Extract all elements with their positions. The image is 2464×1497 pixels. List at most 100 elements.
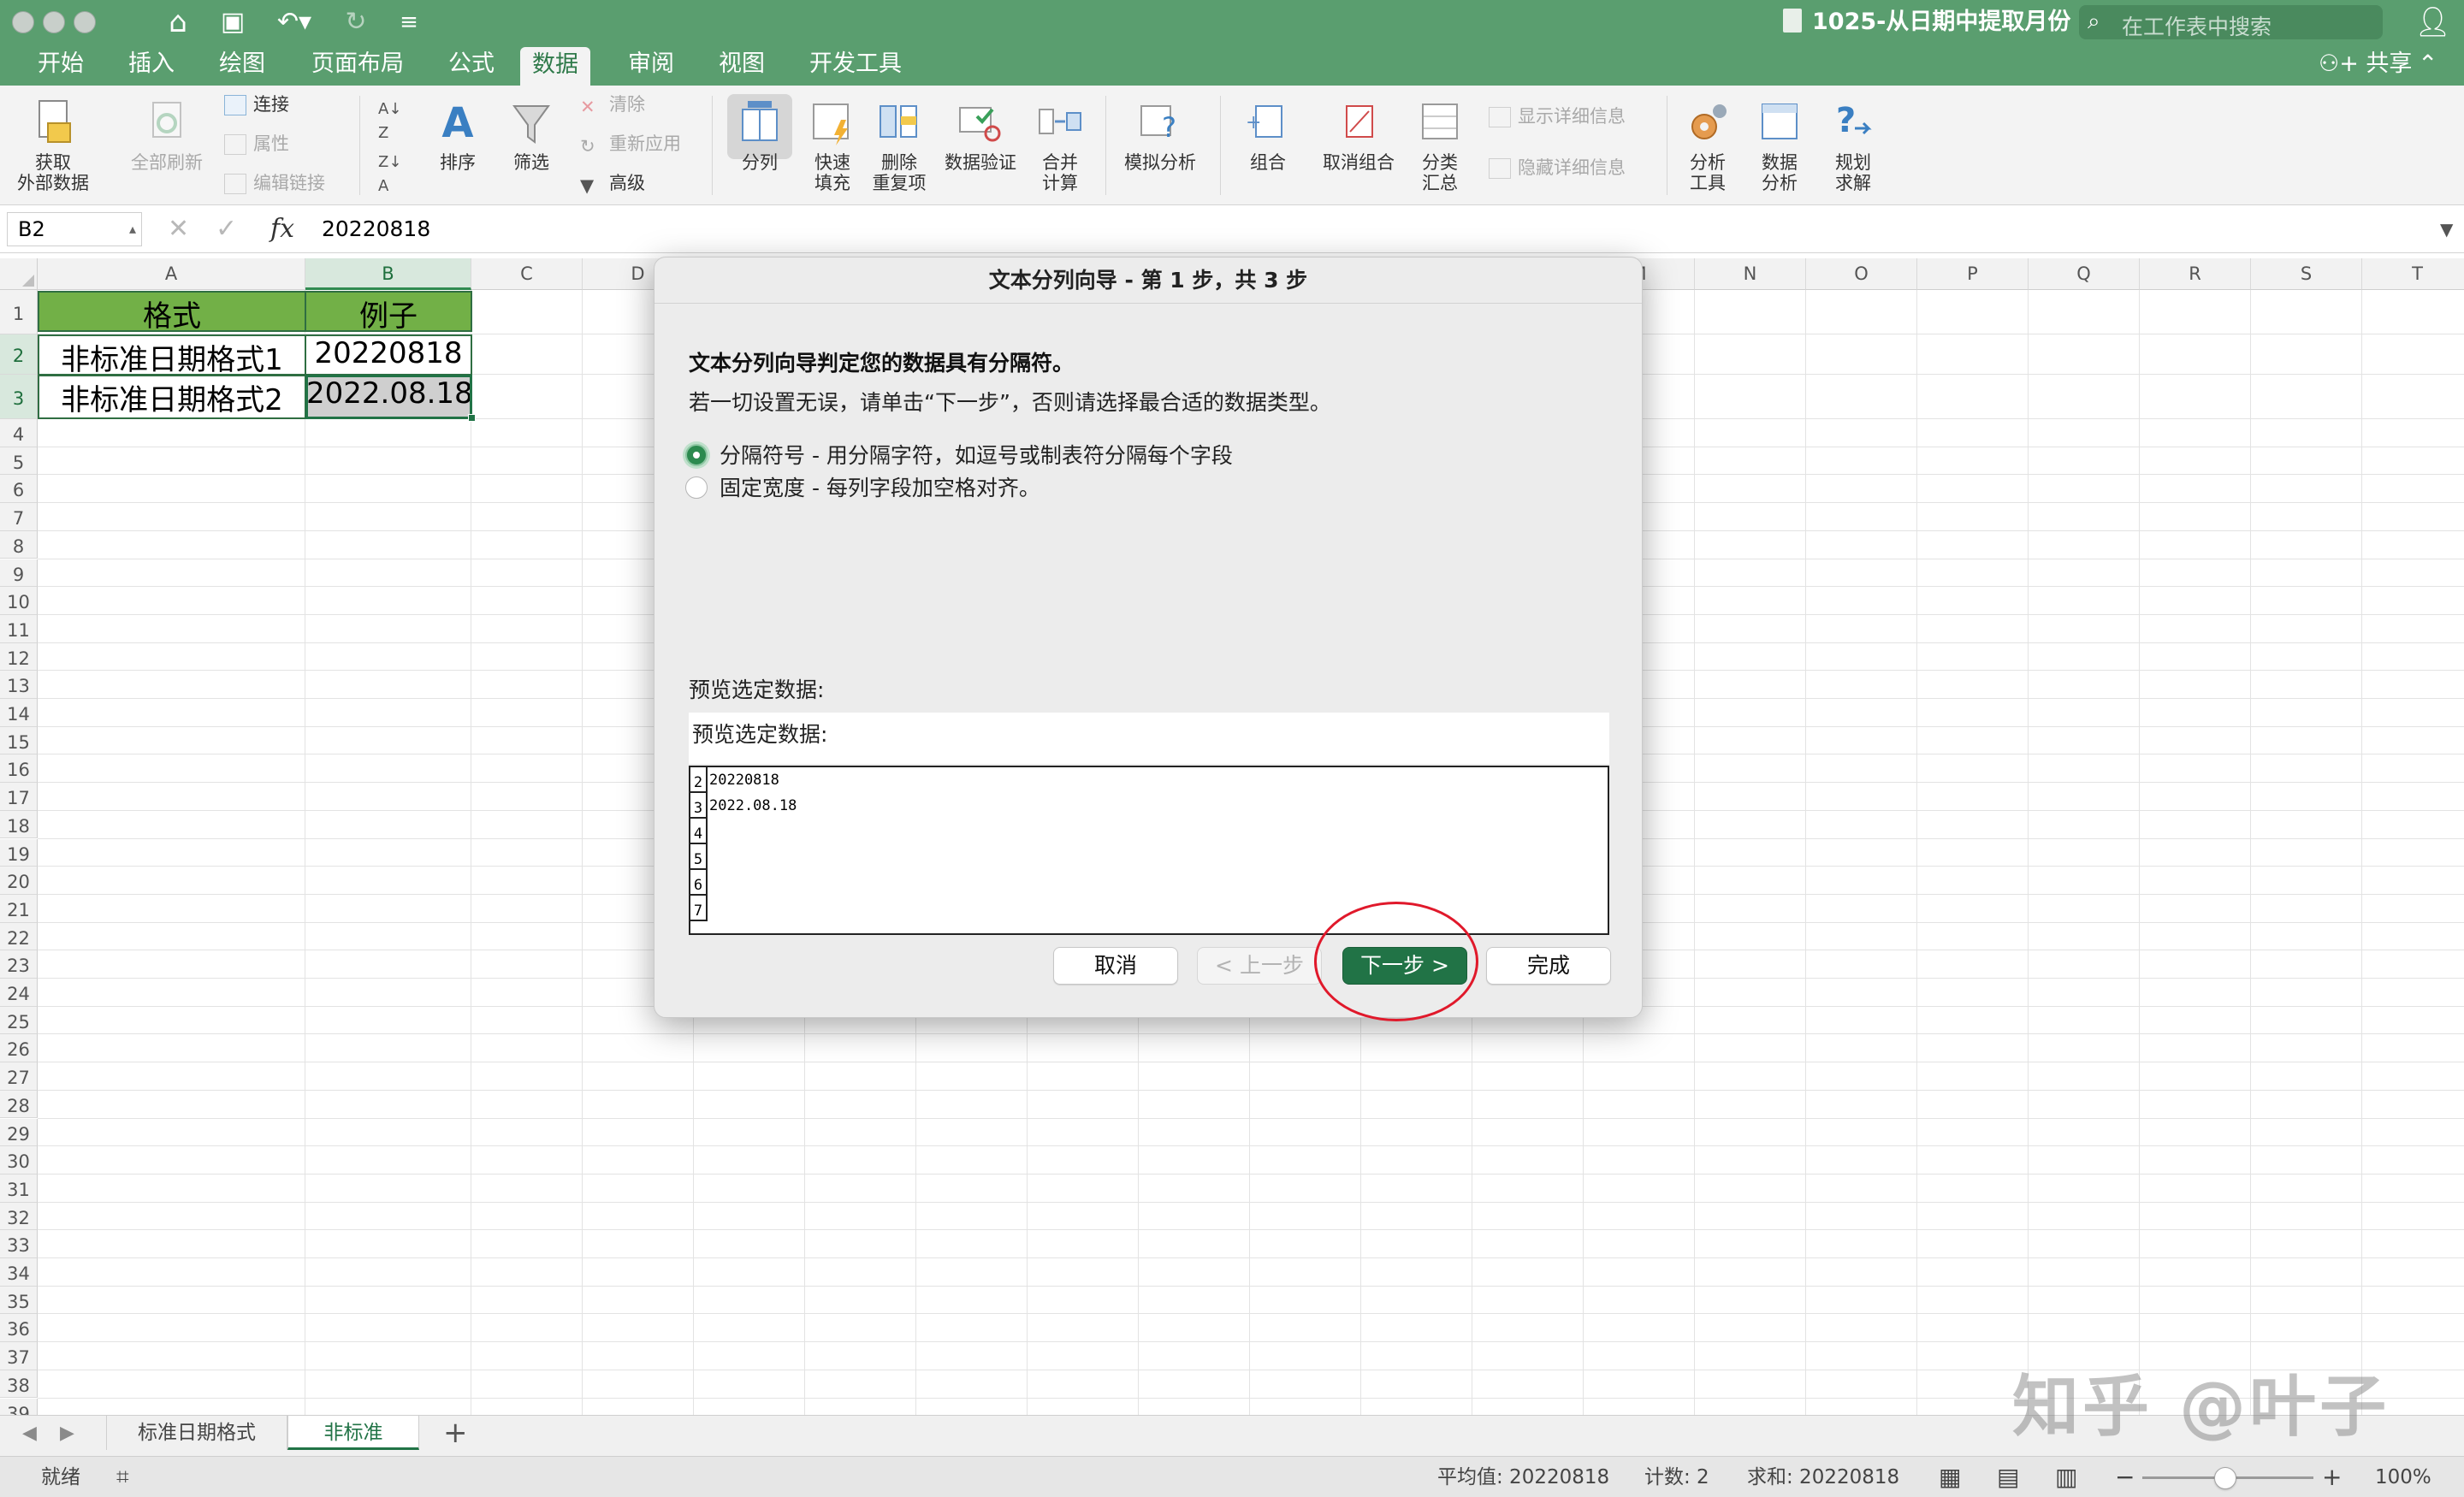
column-header-N[interactable]: N [1695,258,1806,290]
option-fixed-width[interactable]: 固定宽度 - 每列字段加空格对齐。 [685,473,1040,504]
advanced-filter-button[interactable]: ▼ 高级 [580,171,645,196]
row-header-7[interactable]: 7 [0,503,38,531]
row-header-28[interactable]: 28 [0,1090,38,1119]
row-header-24[interactable]: 24 [0,979,38,1007]
column-header-Q[interactable]: Q [2029,258,2140,290]
properties-button[interactable]: 属性 [224,132,289,156]
row-header-11[interactable]: 11 [0,614,38,643]
tab-data[interactable]: 数据 [520,47,590,86]
row-header-13[interactable]: 13 [0,671,38,699]
row-header-20[interactable]: 20 [0,867,38,895]
cell-A2[interactable]: 非标准日期格式1 [38,334,306,377]
column-header-P[interactable]: P [1917,258,2029,290]
column-header-S[interactable]: S [2251,258,2362,290]
add-sheet-button[interactable]: + [443,1416,468,1450]
zoom-in-icon[interactable]: + [2322,1457,2342,1497]
row-header-15[interactable]: 15 [0,726,38,755]
hide-detail-button[interactable]: 隐藏详细信息 [1489,156,1626,180]
insert-function-button[interactable]: fx [270,212,294,246]
column-header-O[interactable]: O [1806,258,1917,290]
column-header-R[interactable]: R [2140,258,2251,290]
reapply-button[interactable]: ↻ 重新应用 [580,132,681,157]
redo-icon[interactable]: ↻ [337,3,375,41]
collapse-ribbon-icon[interactable]: ⌃ [2418,44,2437,84]
undo-icon[interactable]: ↶▾ [269,3,320,41]
row-header-14[interactable]: 14 [0,699,38,727]
row-header-38[interactable]: 38 [0,1370,38,1399]
cell-B2[interactable]: 20220818 [305,334,472,376]
tab-view[interactable]: 视图 [707,44,777,86]
tab-page-layout[interactable]: 页面布局 [299,44,416,86]
show-detail-button[interactable]: 显示详细信息 [1489,104,1626,128]
row-header-19[interactable]: 19 [0,838,38,867]
row-header-37[interactable]: 37 [0,1342,38,1370]
save-icon[interactable]: ▣ [214,3,252,41]
delimited-radio[interactable] [685,444,708,466]
row-header-17[interactable]: 17 [0,783,38,811]
row-header-25[interactable]: 25 [0,1006,38,1035]
row-header-2[interactable]: 2 [0,334,38,375]
cancel-entry-icon[interactable]: ✕ [168,212,189,246]
row-header-22[interactable]: 22 [0,922,38,951]
option-delimited[interactable]: 分隔符号 - 用分隔字符，如逗号或制表符分隔每个字段 [685,441,1233,471]
row-header-16[interactable]: 16 [0,754,38,784]
close-window-button[interactable] [12,11,34,33]
back-button[interactable]: < 上一步 [1197,947,1322,985]
subtotal-button[interactable]: 分类 汇总 [1410,98,1470,193]
sheet-tab-nonstandard[interactable]: 非标准 [287,1416,419,1450]
zoom-out-icon[interactable]: − [2115,1457,2135,1497]
tab-home[interactable]: 开始 [26,44,96,86]
page-layout-view-icon[interactable]: ▤ [1997,1457,2019,1497]
row-header-27[interactable]: 27 [0,1062,38,1091]
refresh-all-button[interactable]: 全部刷新 [120,98,214,173]
row-header-30[interactable]: 30 [0,1146,38,1175]
row-header-4[interactable]: 4 [0,419,38,447]
solver-button[interactable]: ? 规划 求解 [1822,98,1884,193]
zoom-window-button[interactable] [74,11,96,33]
tab-draw[interactable]: 绘图 [207,44,277,86]
select-all-corner[interactable] [0,258,38,290]
row-header-18[interactable]: 18 [0,810,38,839]
row-header-21[interactable]: 21 [0,894,38,923]
row-header-6[interactable]: 6 [0,475,38,504]
consolidate-button[interactable]: 合并 计算 [1030,98,1090,193]
sort-button[interactable]: A 排序 [428,98,488,173]
sort-descending-icon[interactable]: Z↓ A [378,151,401,198]
row-header-3[interactable]: 3 [0,375,38,419]
what-if-analysis-button[interactable]: ? 模拟分析 [1117,98,1203,173]
sheet-search-box[interactable]: ⌕ 在工作表中搜索 [2079,5,2383,39]
ungroup-button[interactable]: 取消组合 [1318,98,1400,173]
row-header-10[interactable]: 10 [0,587,38,615]
row-header-29[interactable]: 29 [0,1118,38,1147]
filter-button[interactable]: 筛选 [501,98,561,173]
sort-ascending-icon[interactable]: A↓ Z [378,98,401,145]
row-header-8[interactable]: 8 [0,530,38,559]
group-button[interactable]: + 组合 [1234,98,1302,173]
name-box[interactable]: B2 ▴▾ [7,212,142,269]
tab-formulas[interactable]: 公式 [436,44,506,86]
home-icon[interactable]: ⌂ [159,3,197,41]
row-header-34[interactable]: 34 [0,1258,38,1287]
cell-A3[interactable]: 非标准日期格式2 [38,375,306,419]
row-header-23[interactable]: 23 [0,950,38,979]
row-header-35[interactable]: 35 [0,1286,38,1315]
expand-formula-bar-icon[interactable]: ▼ [2440,212,2453,246]
account-icon[interactable]: 👤︎ [2414,5,2451,39]
fill-handle[interactable] [468,414,476,422]
zoom-level[interactable]: 100% [2375,1457,2431,1497]
data-analysis-button[interactable]: 数据 分析 [1749,98,1810,193]
next-sheet-icon[interactable]: ▶ [60,1423,74,1444]
tab-developer[interactable]: 开发工具 [797,44,914,86]
column-header-C[interactable]: C [471,258,583,290]
get-external-data-button[interactable]: 获取 外部数据 [12,98,94,193]
cell-A1[interactable]: 格式 [38,291,306,334]
finish-button[interactable]: 完成 [1486,947,1611,985]
minimize-window-button[interactable] [43,11,65,33]
page-break-view-icon[interactable]: ▥ [2055,1457,2077,1497]
row-header-1[interactable]: 1 [0,290,38,334]
row-header-5[interactable]: 5 [0,447,38,476]
row-header-32[interactable]: 32 [0,1202,38,1231]
share-button[interactable]: ⚇+ 共享 [2319,44,2412,84]
connections-button[interactable]: 连接 [224,92,289,116]
row-header-12[interactable]: 12 [0,642,38,672]
